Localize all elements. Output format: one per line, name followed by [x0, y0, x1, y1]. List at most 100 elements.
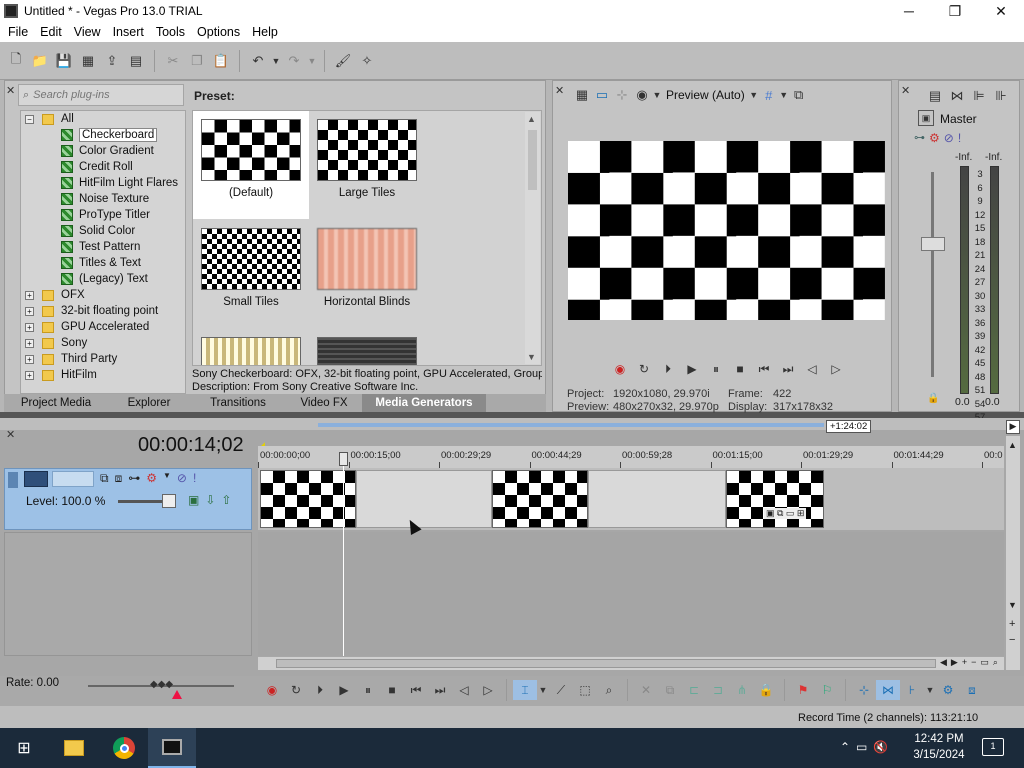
- delete-icon[interactable]: ✕: [634, 680, 658, 700]
- event-fx-icons[interactable]: ▣ ⧉ ▭ ⊞: [764, 508, 807, 519]
- tl-play-icon[interactable]: ▶: [332, 680, 356, 700]
- checkerboard-event-3[interactable]: [726, 470, 824, 528]
- preview-panel-close-icon[interactable]: ✕: [555, 84, 565, 97]
- lock-icon[interactable]: 🔒: [754, 680, 778, 700]
- expand-icon[interactable]: +: [25, 322, 34, 332]
- tl-pause-icon[interactable]: ⏸: [356, 680, 380, 700]
- timeline-horizontal-scrollbar[interactable]: [258, 657, 1004, 670]
- record-icon[interactable]: ◉: [608, 360, 632, 378]
- preset-scrollbar[interactable]: ▲ ▼: [525, 112, 540, 364]
- timeline-vertical-scrollbar[interactable]: ▲ ▼ + −: [1006, 436, 1020, 670]
- timeline-close-icon[interactable]: ✕: [6, 428, 16, 441]
- snapping-icon[interactable]: ⊹: [852, 680, 876, 700]
- insert-marker-icon[interactable]: ⚑: [791, 680, 815, 700]
- preview-properties-icon[interactable]: ▦: [572, 83, 592, 107]
- search-plugins-box[interactable]: ⌕: [18, 84, 184, 106]
- taskbar-clock[interactable]: 12:42 PM 3/15/2024: [900, 731, 978, 763]
- minimize-button[interactable]: ─: [886, 0, 932, 22]
- close-button[interactable]: ✕: [978, 0, 1024, 22]
- undo-dropdown-icon[interactable]: ▼: [270, 49, 282, 73]
- zoom-fit-icon[interactable]: ▭: [980, 657, 989, 668]
- timeline-scroll-down-icon[interactable]: ▼: [1008, 600, 1017, 610]
- envelope-tool-icon[interactable]: ⟋: [549, 680, 573, 700]
- insert-region-icon[interactable]: ⚐: [815, 680, 839, 700]
- save-icon[interactable]: 💾: [52, 49, 76, 73]
- collapse-icon[interactable]: −: [25, 114, 34, 124]
- expand-icon[interactable]: +: [25, 306, 34, 316]
- preset-item[interactable]: Large Tiles: [309, 111, 425, 219]
- marker-icon[interactable]: ▶: [1006, 420, 1020, 434]
- copy-snapshot-icon[interactable]: ⧉: [789, 83, 809, 107]
- track-expand-icon[interactable]: [8, 472, 18, 488]
- tree-item[interactable]: + OFX: [25, 287, 85, 303]
- tl-record-icon[interactable]: ◉: [260, 680, 284, 700]
- menu-view[interactable]: View: [68, 25, 107, 39]
- tree-item[interactable]: − All: [25, 111, 74, 127]
- preset-item[interactable]: Horizontal Blinds: [309, 220, 425, 328]
- maximize-button[interactable]: ❐: [932, 0, 978, 22]
- master-properties-icon[interactable]: ▤: [924, 84, 946, 108]
- tab-transitions[interactable]: Transitions: [190, 394, 286, 412]
- track-fx-icon[interactable]: ⚙: [146, 471, 157, 486]
- paste-icon[interactable]: 📋: [209, 49, 233, 73]
- timeline-empty-area[interactable]: [258, 532, 1004, 656]
- menu-help[interactable]: Help: [246, 25, 284, 39]
- tree-item[interactable]: Test Pattern: [61, 239, 140, 255]
- tab-project-media[interactable]: Project Media: [4, 394, 108, 412]
- gap-event-1[interactable]: [356, 470, 492, 528]
- lock-envelopes-to-events-icon[interactable]: ⚙: [936, 680, 960, 700]
- fx-chain-icon[interactable]: ⊶: [914, 131, 925, 145]
- normal-edit-tool-icon[interactable]: ⌶: [513, 680, 537, 700]
- menu-options[interactable]: Options: [191, 25, 246, 39]
- expand-icon[interactable]: +: [25, 290, 34, 300]
- edit-tool-dropdown-icon[interactable]: ▼: [537, 680, 549, 700]
- properties-icon[interactable]: ▤: [124, 49, 148, 73]
- zoom-in-icon[interactable]: +: [962, 657, 967, 668]
- loop-region-bar[interactable]: [318, 423, 824, 427]
- go-to-start-icon[interactable]: ⏮: [752, 360, 776, 378]
- windows-start-icon[interactable]: ⊞: [0, 728, 48, 768]
- expand-icon[interactable]: +: [25, 338, 34, 348]
- auto-crossfade-icon[interactable]: ⋈: [876, 680, 900, 700]
- split-screen-icon[interactable]: ⊹: [612, 83, 632, 107]
- ripple-dropdown-icon[interactable]: ▼: [924, 680, 936, 700]
- notification-icon[interactable]: 1: [982, 738, 1004, 756]
- preview-fx-icon[interactable]: ◉: [632, 83, 652, 107]
- vegas-taskbar-icon[interactable]: [148, 728, 196, 768]
- loop-icon[interactable]: ↻: [632, 360, 656, 378]
- track-compositing-mode-icon[interactable]: ⊶: [128, 471, 140, 486]
- tab-explorer[interactable]: Explorer: [108, 394, 190, 412]
- chrome-icon[interactable]: [100, 728, 148, 768]
- panel-close-icon[interactable]: ✕: [6, 84, 16, 97]
- track-motion-icon[interactable]: ⧉: [100, 471, 109, 486]
- scrollbar-thumb[interactable]: [528, 130, 537, 190]
- preview-quality-select[interactable]: Preview (Auto): [666, 88, 745, 102]
- zoom-tool-icon[interactable]: ⌕: [597, 680, 621, 700]
- timeline-timecode[interactable]: 00:00:14;02: [138, 434, 244, 457]
- play-icon[interactable]: ▶: [680, 360, 704, 378]
- zoom-out-icon[interactable]: −: [971, 657, 976, 668]
- menu-tools[interactable]: Tools: [150, 25, 191, 39]
- checkerboard-event-1[interactable]: [260, 470, 356, 528]
- track-name-field[interactable]: [52, 471, 94, 487]
- track-up-icon[interactable]: ⇧: [221, 493, 231, 507]
- tl-go-to-end-icon[interactable]: ⏭: [428, 680, 452, 700]
- file-explorer-icon[interactable]: [50, 728, 98, 768]
- tl-play-from-start-icon[interactable]: ⏵: [308, 680, 332, 700]
- tab-video-fx[interactable]: Video FX: [286, 394, 362, 412]
- prev-frame-icon[interactable]: ◁: [800, 360, 824, 378]
- tree-item[interactable]: Noise Texture: [61, 191, 149, 207]
- menu-file[interactable]: File: [2, 25, 34, 39]
- tab-media-generators[interactable]: Media Generators: [362, 394, 486, 412]
- overlays-grid-icon[interactable]: #: [759, 83, 779, 107]
- paint-icon[interactable]: 🖌: [331, 49, 355, 73]
- scroll-left-icon[interactable]: ◀: [940, 657, 947, 668]
- trim-end-icon[interactable]: ⊐: [706, 680, 730, 700]
- tree-item[interactable]: + Third Party: [25, 351, 117, 367]
- tl-prev-frame-icon[interactable]: ◁: [452, 680, 476, 700]
- track-fx-dropdown-icon[interactable]: ▼: [163, 471, 171, 486]
- tree-item[interactable]: HitFilm Light Flares: [61, 175, 178, 191]
- go-to-end-icon[interactable]: ⏭: [776, 360, 800, 378]
- render-icon[interactable]: ⇪: [100, 49, 124, 73]
- stop-icon[interactable]: ■: [728, 360, 752, 378]
